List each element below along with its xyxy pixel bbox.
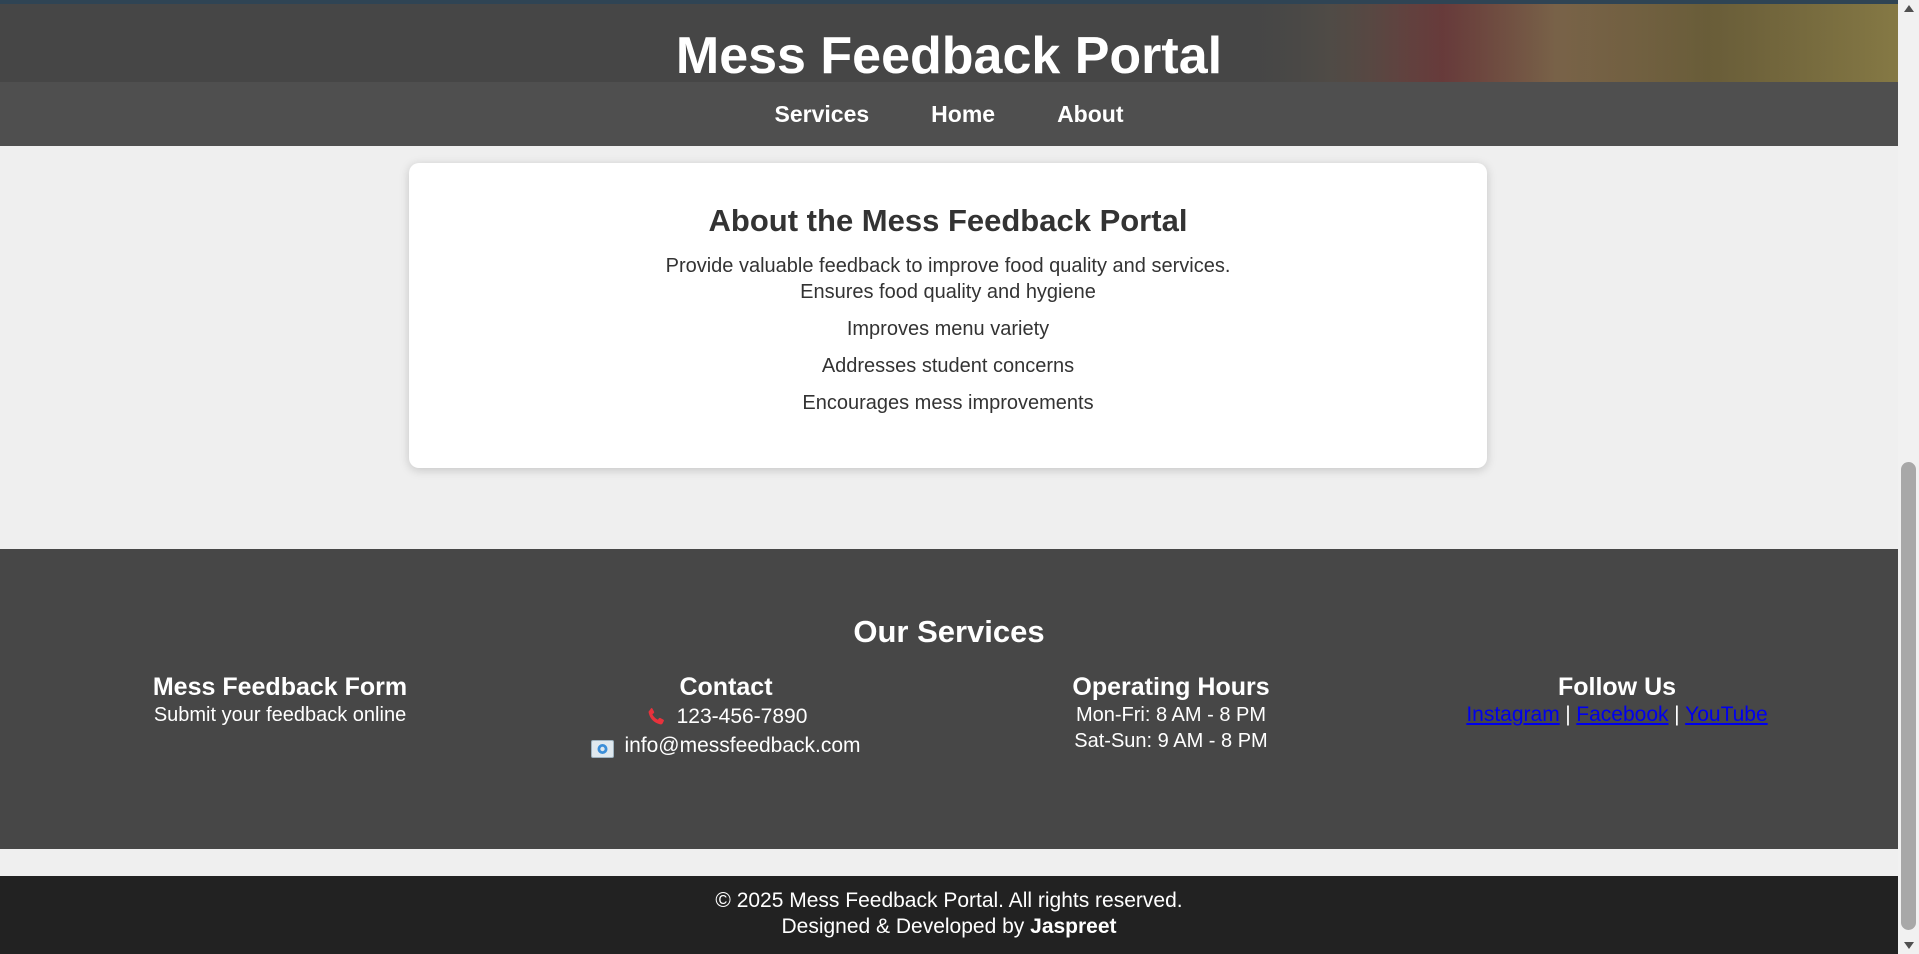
link-separator: | bbox=[1674, 703, 1680, 726]
phone-icon bbox=[645, 706, 667, 728]
copyright-text: © 2025 Mess Feedback Portal. All rights … bbox=[715, 889, 1183, 912]
link-separator: | bbox=[1565, 703, 1571, 726]
header-banner: Mess Feedback Portal bbox=[0, 4, 1898, 82]
operating-hours-column: Operating Hours Mon-Fri: 8 AM - 8 PM Sat… bbox=[941, 672, 1401, 754]
weekend-hours: Sat-Sun: 9 AM - 8 PM bbox=[1074, 730, 1268, 752]
nav-services-link[interactable]: Services bbox=[775, 101, 870, 128]
contact-email-row: info@messfeedback.com bbox=[496, 731, 956, 760]
nav-about-link[interactable]: About bbox=[1057, 101, 1123, 128]
feedback-form-heading: Mess Feedback Form bbox=[152, 673, 408, 701]
feedback-form-text: Submit your feedback online bbox=[153, 704, 407, 726]
site-title: Mess Feedback Portal bbox=[675, 27, 1223, 82]
about-points-list: Ensures food quality and hygiene Improve… bbox=[409, 279, 1487, 416]
about-card: About the Mess Feedback Portal Provide v… bbox=[409, 163, 1487, 468]
credit-line: Designed & Developed by Jaspreet bbox=[0, 914, 1898, 940]
contact-phone: 123-456-7890 bbox=[676, 705, 808, 728]
social-links: Instagram | Facebook | YouTube bbox=[1387, 702, 1847, 728]
instagram-link[interactable]: Instagram bbox=[1466, 703, 1559, 726]
about-point: Encourages mess improvements bbox=[802, 392, 1094, 414]
nav-home-link[interactable]: Home bbox=[931, 101, 995, 128]
page: Mess Feedback Portal Services Home About… bbox=[0, 0, 1898, 954]
scrollbar-thumb[interactable] bbox=[1901, 462, 1916, 930]
credit-prefix: Designed & Developed by bbox=[781, 915, 1031, 938]
main-navigation: Services Home About bbox=[0, 82, 1898, 146]
scroll-down-arrow-icon[interactable] bbox=[1898, 937, 1919, 954]
about-point: Improves menu variety bbox=[846, 318, 1050, 340]
about-point: Ensures food quality and hygiene bbox=[800, 281, 1096, 303]
page-footer: © 2025 Mess Feedback Portal. All rights … bbox=[0, 876, 1898, 954]
operating-hours-heading: Operating Hours bbox=[1072, 673, 1270, 701]
about-intro: Provide valuable feedback to improve foo… bbox=[665, 255, 1231, 277]
facebook-link[interactable]: Facebook bbox=[1576, 703, 1668, 726]
about-title: About the Mess Feedback Portal bbox=[708, 203, 1188, 238]
services-section: Our Services Mess Feedback Form Submit y… bbox=[0, 549, 1898, 849]
services-title: Our Services bbox=[853, 614, 1045, 649]
weekday-hours: Mon-Fri: 8 AM - 8 PM bbox=[1075, 704, 1267, 726]
contact-email: info@messfeedback.com bbox=[624, 734, 861, 757]
youtube-link[interactable]: YouTube bbox=[1685, 703, 1768, 726]
about-point: Addresses student concerns bbox=[821, 355, 1075, 377]
follow-us-heading: Follow Us bbox=[1557, 673, 1677, 701]
contact-column: Contact 123-456-7890 info@messfeedback.c… bbox=[496, 672, 956, 760]
contact-phone-row: 123-456-7890 bbox=[496, 702, 956, 731]
contact-heading: Contact bbox=[679, 673, 773, 701]
envelope-icon bbox=[591, 737, 615, 758]
vertical-scrollbar[interactable] bbox=[1898, 0, 1919, 954]
scroll-up-arrow-icon[interactable] bbox=[1898, 0, 1919, 17]
follow-us-column: Follow Us Instagram | Facebook | YouTube bbox=[1387, 672, 1847, 728]
developer-name: Jaspreet bbox=[1030, 915, 1117, 938]
feedback-form-column: Mess Feedback Form Submit your feedback … bbox=[50, 672, 510, 728]
